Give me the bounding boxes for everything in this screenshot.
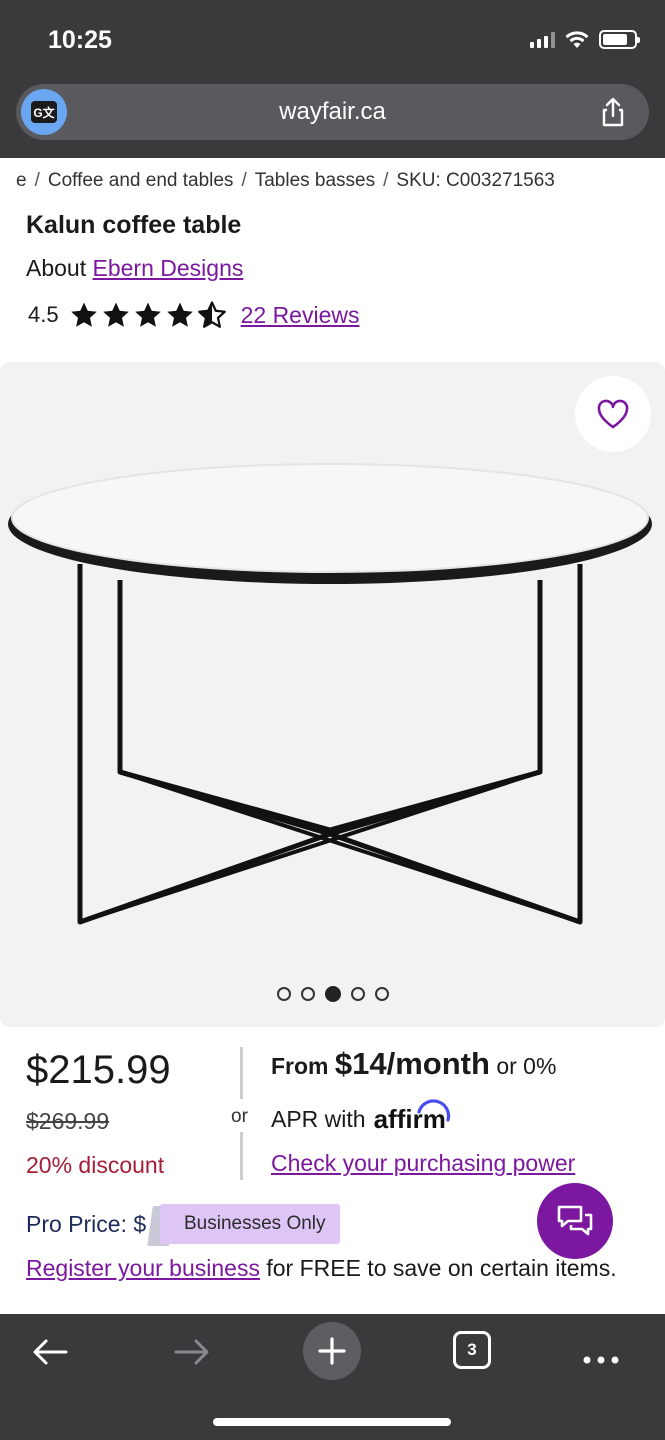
gallery-dot[interactable] bbox=[374, 987, 389, 1001]
original-price: $269.99 bbox=[26, 1108, 110, 1134]
about-brand: About Ebern Designs bbox=[26, 255, 243, 282]
signal-icon bbox=[530, 31, 555, 48]
breadcrumb-item[interactable]: Coffee and end tables bbox=[48, 170, 234, 191]
affirm-arc-icon bbox=[417, 1099, 450, 1122]
heart-icon bbox=[597, 399, 629, 429]
url-text[interactable]: wayfair.ca bbox=[16, 98, 649, 126]
favorite-button[interactable] bbox=[575, 376, 651, 452]
financing-from: From $14/month or 0% bbox=[271, 1046, 556, 1082]
battery-icon bbox=[599, 30, 640, 49]
chat-button[interactable] bbox=[537, 1183, 613, 1259]
or-label: or bbox=[231, 1106, 248, 1127]
breadcrumb-separator: / bbox=[34, 170, 40, 191]
status-icons bbox=[530, 30, 640, 49]
sale-price: $215.99 bbox=[26, 1048, 171, 1092]
divider bbox=[240, 1132, 243, 1180]
brand-link[interactable]: Ebern Designs bbox=[93, 255, 244, 281]
coffee-table-image bbox=[8, 463, 652, 925]
back-arrow-icon[interactable] bbox=[30, 1332, 70, 1372]
register-text: for FREE to save on certain items. bbox=[259, 1255, 617, 1281]
tab-switcher-button[interactable]: 3 bbox=[453, 1331, 491, 1369]
about-prefix: About bbox=[26, 255, 87, 281]
gallery-dot[interactable] bbox=[350, 987, 365, 1001]
wifi-icon bbox=[565, 30, 589, 48]
gallery-dot[interactable] bbox=[276, 987, 291, 1001]
plus-icon bbox=[318, 1337, 346, 1365]
star-icon bbox=[70, 302, 97, 327]
breadcrumb-separator: / bbox=[383, 170, 389, 191]
new-tab-button[interactable] bbox=[303, 1322, 361, 1380]
register-business-text: Register your business for FREE to save … bbox=[26, 1249, 646, 1287]
breadcrumb-sku: SKU: C003271563 bbox=[396, 170, 555, 191]
rating-value: 4.5 bbox=[28, 302, 59, 327]
star-icon bbox=[102, 302, 129, 327]
star-icon bbox=[166, 302, 193, 327]
star-icon bbox=[134, 302, 161, 327]
apr-text: APR with bbox=[271, 1106, 366, 1132]
share-icon[interactable] bbox=[597, 96, 629, 128]
home-indicator bbox=[213, 1418, 451, 1426]
forward-arrow-icon[interactable] bbox=[172, 1332, 212, 1372]
breadcrumb-item[interactable]: e bbox=[16, 170, 27, 191]
apr-line: APR with affirm bbox=[271, 1099, 450, 1135]
breadcrumb-item[interactable]: Tables basses bbox=[255, 170, 375, 191]
half-star-icon bbox=[197, 301, 226, 328]
star-rating bbox=[69, 300, 227, 330]
affirm-logo: affirm bbox=[374, 1099, 450, 1135]
gallery-dot-active[interactable] bbox=[324, 986, 341, 1002]
address-bar[interactable]: G文 wayfair.ca bbox=[16, 84, 649, 140]
breadcrumb-separator: / bbox=[241, 170, 247, 191]
more-icon[interactable] bbox=[582, 1340, 622, 1380]
divider bbox=[240, 1047, 243, 1099]
from-suffix: or 0% bbox=[496, 1053, 557, 1079]
rating-row: 4.5 22 Reviews bbox=[28, 300, 359, 330]
product-gallery[interactable] bbox=[0, 362, 665, 1027]
status-time: 10:25 bbox=[48, 26, 112, 54]
from-prefix: From bbox=[271, 1053, 329, 1079]
breadcrumb: e / Coffee and end tables / Tables basses / SK… bbox=[16, 170, 656, 192]
pro-price-label: Pro Price: $ bbox=[26, 1211, 147, 1237]
browser-chrome: 10:25 G文 wayfair.ca bbox=[0, 0, 665, 158]
gallery-dot[interactable] bbox=[300, 987, 315, 1001]
businesses-only-badge: Businesses Only bbox=[160, 1204, 340, 1244]
reviews-link[interactable]: 22 Reviews bbox=[241, 302, 360, 329]
product-title: Kalun coffee table bbox=[26, 211, 242, 239]
chat-icon bbox=[557, 1205, 593, 1236]
check-purchasing-power-link[interactable]: Check your purchasing power bbox=[271, 1150, 575, 1177]
discount-label: 20% discount bbox=[26, 1152, 165, 1178]
monthly-price: $14/month bbox=[334, 1046, 490, 1081]
register-business-link[interactable]: Register your business bbox=[26, 1255, 260, 1281]
gallery-pagination bbox=[0, 986, 665, 1002]
